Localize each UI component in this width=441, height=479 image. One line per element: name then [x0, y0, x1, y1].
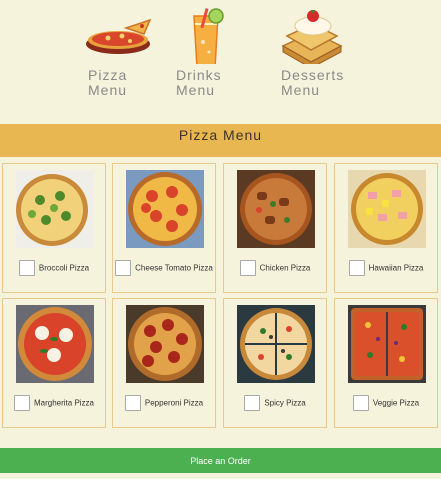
pepperoni-pizza-image — [126, 305, 204, 383]
item-checkbox[interactable] — [115, 260, 132, 276]
item-card-broccoli[interactable]: Broccoli Pizza — [2, 163, 106, 293]
item-label: Margherita Pizza — [33, 398, 95, 408]
item-option[interactable]: Cheese Tomato Pizza — [113, 260, 215, 276]
dessert-icon — [279, 6, 349, 69]
pizza-icon — [86, 6, 156, 64]
item-card-veggie[interactable]: Veggie Pizza — [334, 298, 438, 428]
item-checkbox[interactable] — [18, 260, 35, 276]
item-card-hawaiian[interactable]: Hawaiian Pizza — [334, 163, 438, 293]
item-checkbox[interactable] — [124, 395, 141, 411]
item-option[interactable]: Broccoli Pizza — [3, 260, 105, 276]
item-checkbox[interactable] — [239, 260, 256, 276]
item-option[interactable]: Margherita Pizza — [3, 395, 105, 411]
item-card-spicy[interactable]: Spicy Pizza — [223, 298, 327, 428]
item-label: Pepperoni Pizza — [144, 398, 204, 408]
item-card-cheese-tomato[interactable]: Cheese Tomato Pizza — [112, 163, 216, 293]
item-label: Chicken Pizza — [259, 263, 311, 273]
item-card-margherita[interactable]: Margherita Pizza — [2, 298, 106, 428]
item-label: Hawaiian Pizza — [368, 263, 424, 273]
nav-drinks-label: Drinks Menu — [176, 67, 222, 98]
item-label: Broccoli Pizza — [38, 263, 90, 273]
nav-pizza-label: Pizza Menu — [88, 67, 128, 98]
drink-icon — [176, 6, 246, 69]
item-checkbox[interactable] — [244, 395, 261, 411]
item-checkbox[interactable] — [352, 395, 369, 411]
item-checkbox[interactable] — [348, 260, 365, 276]
item-option[interactable]: Hawaiian Pizza — [335, 260, 437, 276]
item-option[interactable]: Chicken Pizza — [224, 260, 326, 276]
item-label: Veggie Pizza — [372, 398, 420, 408]
item-option[interactable]: Veggie Pizza — [335, 395, 437, 411]
menu-nav: Pizza Menu Drinks Menu Desserts Menu — [0, 0, 441, 118]
veggie-pizza-image — [348, 305, 426, 383]
spicy-pizza-image — [237, 305, 315, 383]
item-option[interactable]: Spicy Pizza — [224, 395, 326, 411]
nav-desserts-label: Desserts Menu — [281, 67, 345, 98]
item-label: Cheese Tomato Pizza — [135, 263, 213, 273]
hawaiian-pizza-image — [348, 170, 426, 248]
item-card-chicken[interactable]: Chicken Pizza — [223, 163, 327, 293]
item-label: Spicy Pizza — [264, 398, 306, 408]
cheese-tomato-pizza-image — [126, 170, 204, 248]
section-banner: Pizza Menu — [0, 124, 441, 157]
section-title: Pizza Menu — [178, 127, 263, 143]
item-checkbox[interactable] — [13, 395, 30, 411]
broccoli-pizza-image — [16, 170, 94, 248]
margherita-pizza-image — [16, 305, 94, 383]
item-option[interactable]: Pepperoni Pizza — [113, 395, 215, 411]
item-card-pepperoni[interactable]: Pepperoni Pizza — [112, 298, 216, 428]
place-order-button[interactable]: Place an Order — [0, 448, 441, 473]
chicken-pizza-image — [237, 170, 315, 248]
